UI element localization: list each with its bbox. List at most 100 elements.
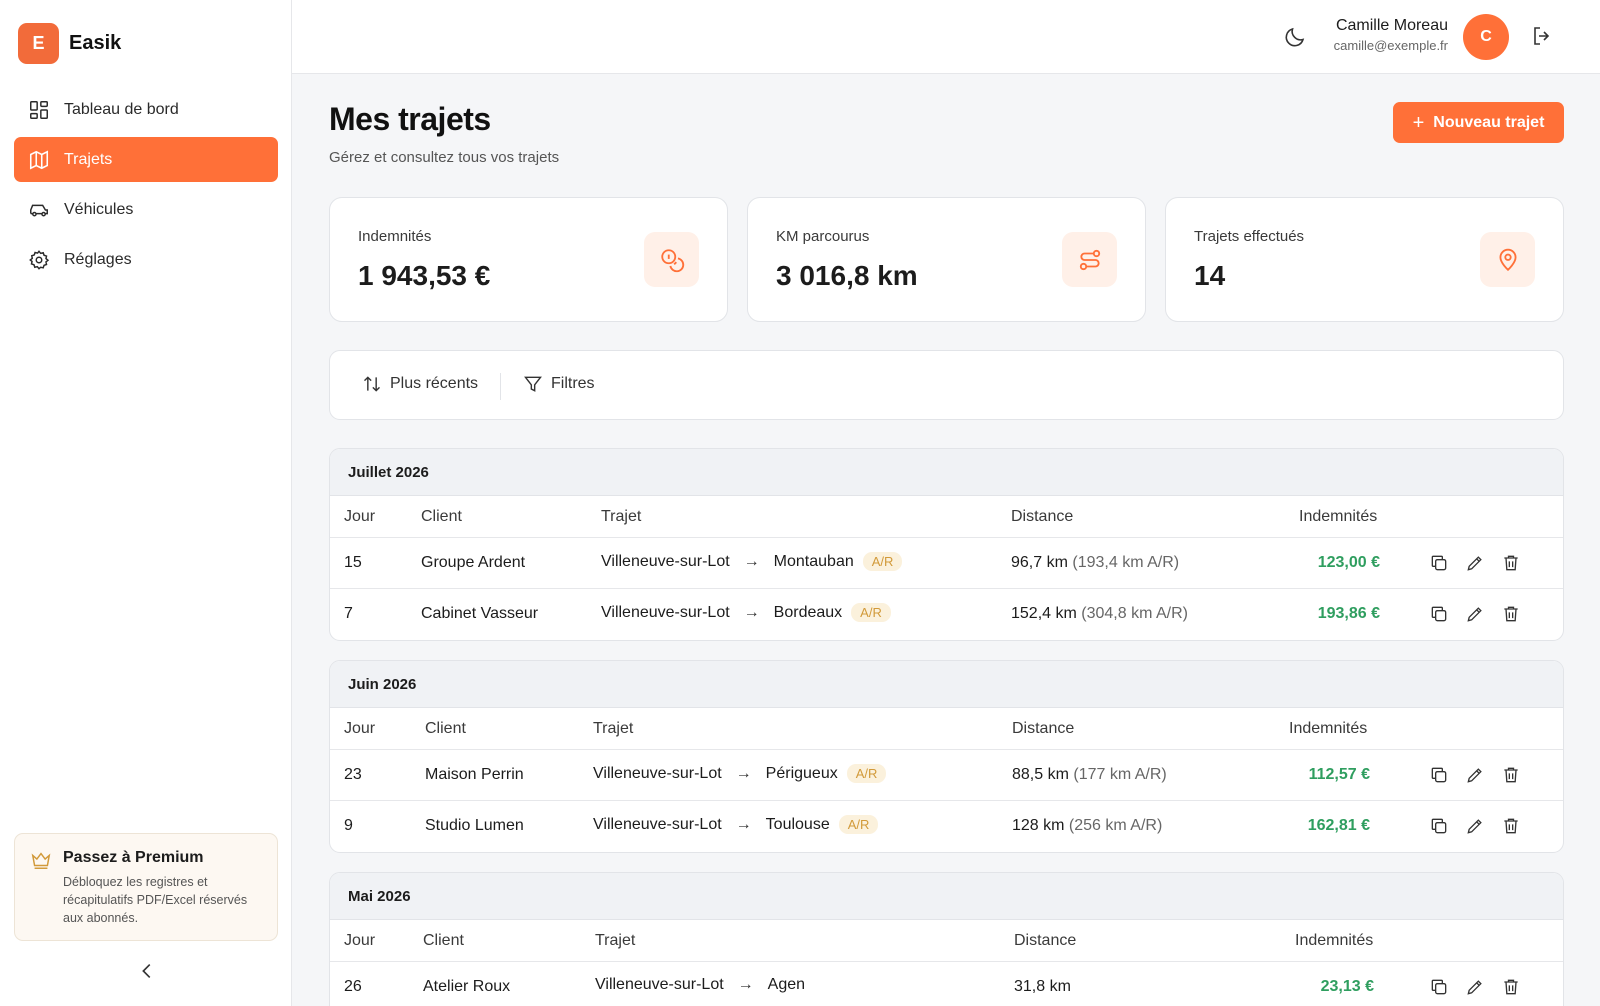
arrow-right-icon: → — [743, 552, 760, 570]
brand[interactable]: E Easik — [18, 23, 121, 64]
table-row[interactable]: 15 Groupe Ardent Villeneuve-sur-Lot → Mo… — [330, 538, 1563, 589]
sidebar-item-dashboard[interactable]: Tableau de bord — [14, 87, 278, 132]
route-from: Villeneuve-sur-Lot — [595, 976, 724, 993]
row-route: Villeneuve-sur-Lot → Toulouse A/R — [593, 815, 879, 834]
month-group: Juin 2026 Jour Client Trajet Distance In… — [329, 660, 1564, 853]
table-row[interactable]: 26 Atelier Roux Villeneuve-sur-Lot → Age… — [330, 962, 1563, 1006]
table-header: Jour Client Trajet Distance Indemnités — [330, 496, 1563, 538]
col-allowance: Indemnités — [1299, 508, 1378, 525]
sort-label: Plus récents — [390, 375, 479, 392]
sidebar-item-vehicules[interactable]: Véhicules — [14, 187, 278, 232]
duplicate-icon[interactable] — [1428, 603, 1450, 625]
row-distance: 88,5 km (177 km A/R) — [1012, 766, 1167, 784]
delete-icon[interactable] — [1500, 603, 1522, 625]
row-amount: 123,00 € — [1317, 554, 1380, 571]
dark-mode-toggle-icon[interactable] — [1283, 25, 1307, 49]
filter-icon — [524, 376, 542, 392]
delete-icon[interactable] — [1500, 552, 1522, 574]
row-distance: 96,7 km (193,4 km A/R) — [1011, 554, 1179, 572]
row-distance: 31,8 km — [1014, 978, 1071, 996]
edit-icon[interactable] — [1464, 603, 1486, 625]
round-trip-badge: A/R — [851, 603, 891, 622]
col-day: Jour — [344, 720, 376, 737]
delete-icon[interactable] — [1500, 976, 1522, 998]
row-actions — [1428, 764, 1536, 786]
delete-icon[interactable] — [1500, 764, 1522, 786]
round-trip-badge: A/R — [846, 764, 887, 783]
duplicate-icon[interactable] — [1428, 764, 1450, 786]
sidebar-item-reglages[interactable]: Réglages — [14, 237, 278, 282]
logout-icon[interactable] — [1530, 24, 1554, 48]
coins-icon — [660, 248, 684, 272]
row-amount: 112,57 € — [1308, 766, 1370, 783]
row-distance: 152,4 km (304,8 km A/R) — [1011, 605, 1188, 623]
delete-icon[interactable] — [1500, 815, 1522, 837]
edit-icon[interactable] — [1464, 764, 1486, 786]
round-trip-badge: A/R — [838, 815, 879, 834]
user-info[interactable]: Camille Moreau camille@exemple.fr — [1334, 17, 1448, 53]
duplicate-icon[interactable] — [1428, 552, 1450, 574]
col-route: Trajet — [593, 720, 634, 737]
table-row[interactable]: 23 Maison Perrin Villeneuve-sur-Lot → Pé… — [330, 750, 1563, 801]
row-day: 15 — [344, 554, 362, 571]
row-day: 7 — [344, 605, 353, 622]
sort-button[interactable]: Plus récents — [362, 374, 478, 394]
edit-icon[interactable] — [1464, 552, 1486, 574]
filter-bar: Plus récents Filtres — [329, 350, 1564, 420]
sidebar-item-label: Tableau de bord — [64, 100, 179, 118]
row-day: 26 — [344, 978, 362, 995]
col-route: Trajet — [595, 932, 636, 949]
row-day: 9 — [344, 817, 353, 834]
route-from: Villeneuve-sur-Lot — [593, 815, 722, 833]
plus-icon: + — [1412, 111, 1425, 134]
sidebar-nav: Tableau de bord Trajets Véhicules Réglag… — [14, 87, 278, 287]
duplicate-icon[interactable] — [1428, 815, 1450, 837]
premium-banner[interactable]: Passez à Premium Débloquez les registres… — [14, 833, 278, 941]
route-to: Agen — [767, 976, 806, 993]
month-group: Mai 2026 Jour Client Trajet Distance Ind… — [329, 872, 1564, 1006]
row-actions — [1428, 815, 1536, 837]
route-icon — [1079, 249, 1100, 270]
divider — [500, 373, 501, 400]
car-icon — [30, 204, 48, 217]
filters-button[interactable]: Filtres — [523, 374, 595, 394]
col-day: Jour — [344, 508, 376, 525]
collapse-sidebar-icon[interactable] — [136, 960, 158, 982]
col-client: Client — [423, 932, 464, 949]
col-client: Client — [421, 508, 462, 525]
sidebar: E Easik Tableau de bord Trajets Véhicule… — [0, 0, 292, 1006]
new-trip-label: Nouveau trajet — [1433, 113, 1545, 131]
stat-value: 1 943,53 € — [358, 260, 491, 291]
new-trip-button[interactable]: + Nouveau trajet — [1393, 102, 1564, 143]
user-email: camille@exemple.fr — [1333, 38, 1448, 53]
col-distance: Distance — [1012, 720, 1075, 737]
arrow-right-icon: → — [743, 603, 760, 621]
round-trip-badge: A/R — [862, 552, 903, 571]
sidebar-item-trajets[interactable]: Trajets — [14, 137, 278, 182]
row-actions — [1428, 976, 1536, 998]
edit-icon[interactable] — [1464, 815, 1486, 837]
route-to: Toulouse — [765, 815, 830, 833]
distance-value: 88,5 km — [1012, 766, 1069, 783]
stat-label: Indemnités — [358, 228, 432, 245]
distance-round-trip: (256 km A/R) — [1068, 817, 1163, 834]
avatar[interactable]: C — [1463, 14, 1509, 60]
stat-value: 14 — [1194, 260, 1226, 291]
col-distance: Distance — [1011, 508, 1074, 525]
edit-icon[interactable] — [1464, 976, 1486, 998]
stat-icon-box — [644, 232, 699, 287]
row-actions — [1428, 552, 1536, 574]
row-amount: 162,81 € — [1307, 817, 1370, 834]
gear-icon — [29, 249, 50, 270]
table-row[interactable]: 7 Cabinet Vasseur Villeneuve-sur-Lot → B… — [330, 589, 1563, 640]
distance-round-trip: (193,4 km A/R) — [1072, 554, 1180, 571]
filters-label: Filtres — [551, 375, 595, 392]
dashboard-icon — [30, 100, 48, 119]
duplicate-icon[interactable] — [1428, 976, 1450, 998]
sidebar-item-label: Véhicules — [64, 200, 134, 218]
distance-value: 152,4 km — [1011, 605, 1077, 622]
table-row[interactable]: 9 Studio Lumen Villeneuve-sur-Lot → Toul… — [330, 801, 1563, 852]
route-from: Villeneuve-sur-Lot — [601, 603, 730, 621]
row-client: Groupe Ardent — [421, 554, 526, 571]
month-heading: Juin 2026 — [330, 661, 1563, 708]
